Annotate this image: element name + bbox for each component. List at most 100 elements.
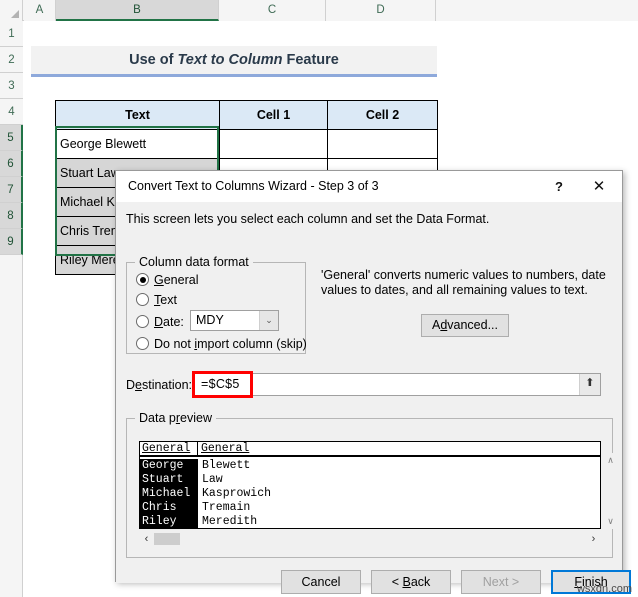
- dialog-intro-text: This screen lets you select each column …: [126, 212, 490, 226]
- data-preview-cell: Kasprowich: [202, 487, 272, 500]
- scroll-down-icon[interactable]: ∨: [603, 514, 618, 529]
- radio-skip-column[interactable]: Do not import column (skip): [136, 335, 307, 354]
- data-preview-cell: George: [142, 459, 184, 472]
- radio-date[interactable]: Date:: [136, 313, 184, 332]
- chevron-down-icon[interactable]: ⌄: [259, 311, 278, 330]
- data-preview-horizontal-scrollbar[interactable]: ‹ ›: [139, 531, 601, 547]
- table-header-row: Text Cell 1 Cell 2: [55, 100, 438, 130]
- data-preview-cell: Tremain: [202, 501, 251, 514]
- destination-label-before: D: [126, 378, 136, 392]
- row-header-column: 1 2 3 4 5 6 7 8 9: [0, 21, 23, 597]
- data-preview-group: Data preview General General George Stua…: [126, 411, 618, 558]
- data-preview-cell: Meredith: [202, 515, 258, 528]
- destination-accesskey: e: [135, 378, 142, 392]
- close-icon[interactable]: ✕: [582, 171, 616, 202]
- column-data-format-legend: Column data format: [135, 255, 253, 269]
- data-preview-cell: Chris: [142, 501, 177, 514]
- destination-label: Destination:: [126, 378, 192, 392]
- dialog-body: This screen lets you select each column …: [116, 202, 631, 594]
- column-header-b[interactable]: B: [56, 0, 219, 21]
- data-preview-grid[interactable]: General General George Stuart Michael Ch…: [139, 441, 601, 529]
- radio-skip-label-before: Do not: [154, 337, 195, 351]
- data-preview-column-header-2[interactable]: General: [199, 442, 319, 455]
- radio-text-label: ext: [160, 293, 177, 307]
- row-header-4[interactable]: 4: [0, 99, 23, 125]
- table-header-cell2[interactable]: Cell 2: [327, 100, 438, 130]
- row-header-1[interactable]: 1: [0, 21, 23, 47]
- row-header-2[interactable]: 2: [0, 47, 23, 73]
- row-header-9[interactable]: 9: [0, 229, 23, 255]
- destination-value: =$C$5: [201, 377, 240, 391]
- back-button[interactable]: < Back: [371, 570, 451, 594]
- data-preview-cell: Riley: [142, 515, 177, 528]
- cell-cell2[interactable]: [327, 129, 438, 159]
- radio-date-dot: [136, 315, 149, 328]
- radio-general-accesskey: G: [154, 273, 164, 287]
- help-icon[interactable]: ?: [542, 171, 576, 202]
- radio-general[interactable]: General: [136, 271, 198, 290]
- data-preview-legend-before: Data p: [139, 411, 176, 425]
- row-header-3[interactable]: 3: [0, 73, 23, 99]
- advanced-button[interactable]: Advanced...: [421, 314, 509, 337]
- data-preview-column-2[interactable]: Blewett Law Kasprowich Tremain Meredith: [200, 459, 400, 528]
- radio-date-label: ate:: [163, 315, 184, 329]
- title-prefix: Use of: [129, 52, 178, 68]
- scroll-up-icon[interactable]: ∧: [603, 453, 618, 468]
- dialog-title: Convert Text to Columns Wizard - Step 3 …: [128, 179, 379, 193]
- cancel-button[interactable]: Cancel: [281, 570, 361, 594]
- data-preview-cell: Blewett: [202, 459, 251, 472]
- radio-date-accesskey: D: [154, 315, 164, 329]
- range-picker-icon[interactable]: ⬆: [579, 374, 600, 395]
- row-header-7[interactable]: 7: [0, 177, 23, 203]
- dialog-titlebar: Convert Text to Columns Wizard - Step 3 …: [116, 171, 622, 202]
- watermark: wsxdn.com: [576, 583, 632, 595]
- row-header-8[interactable]: 8: [0, 203, 23, 229]
- column-header-a[interactable]: A: [24, 0, 56, 21]
- cell-cell1[interactable]: [219, 129, 328, 159]
- title-italic: Text to Column: [177, 52, 283, 68]
- date-format-value: MDY: [196, 313, 224, 327]
- destination-label-after: stination:: [141, 378, 193, 392]
- data-preview-column-header-1[interactable]: General: [140, 442, 198, 455]
- radio-skip-label-after: mport column (skip): [197, 337, 307, 351]
- cell-text[interactable]: George Blewett: [55, 129, 220, 159]
- data-preview-vertical-scrollbar[interactable]: ∧ ∨: [603, 453, 618, 529]
- next-button: Next >: [461, 570, 541, 594]
- horizontal-scroll-thumb[interactable]: [154, 533, 180, 545]
- data-preview-column-1-selected[interactable]: George Stuart Michael Chris Riley: [140, 459, 198, 528]
- scroll-left-icon[interactable]: ‹: [139, 531, 154, 547]
- select-all-corner[interactable]: [0, 0, 23, 21]
- data-preview-legend-after: eview: [180, 411, 212, 425]
- table-row: George Blewett: [55, 129, 438, 159]
- radio-text[interactable]: Text: [136, 291, 177, 310]
- destination-input[interactable]: =$C$5 ⬆: [194, 373, 601, 396]
- text-to-columns-wizard-dialog: Convert Text to Columns Wizard - Step 3 …: [115, 170, 631, 594]
- table-header-cell1[interactable]: Cell 1: [219, 100, 328, 130]
- radio-skip-dot: [136, 337, 149, 350]
- format-description-text: 'General' converts numeric values to num…: [321, 268, 606, 297]
- title-suffix: Feature: [282, 52, 339, 68]
- data-preview-cell: Stuart: [142, 473, 184, 486]
- column-header-d[interactable]: D: [326, 0, 436, 21]
- select-all-triangle-icon: [11, 10, 19, 18]
- back-label-after: ack: [410, 575, 431, 589]
- data-preview-header-row: General General: [140, 442, 600, 457]
- column-header-row: A B C D: [0, 0, 638, 21]
- column-header-c[interactable]: C: [219, 0, 326, 21]
- radio-text-dot: [136, 293, 149, 306]
- column-header-e[interactable]: [436, 0, 638, 21]
- radio-general-label: eneral: [163, 273, 199, 287]
- scroll-right-icon[interactable]: ›: [586, 531, 601, 547]
- data-preview-legend: Data preview: [135, 411, 216, 425]
- data-preview-cell: Law: [202, 473, 223, 486]
- back-accesskey: B: [402, 575, 411, 589]
- data-preview-cell: Michael: [142, 487, 191, 500]
- table-header-text[interactable]: Text: [55, 100, 220, 130]
- back-label-before: <: [391, 575, 403, 589]
- row-header-6[interactable]: 6: [0, 151, 23, 177]
- date-format-dropdown[interactable]: MDY ⌄: [190, 310, 279, 331]
- radio-general-dot: [136, 273, 149, 286]
- row-header-5[interactable]: 5: [0, 125, 23, 151]
- worksheet-title-banner: Use of Text to Column Feature: [31, 46, 437, 77]
- advanced-label-after: vanced...: [447, 318, 499, 332]
